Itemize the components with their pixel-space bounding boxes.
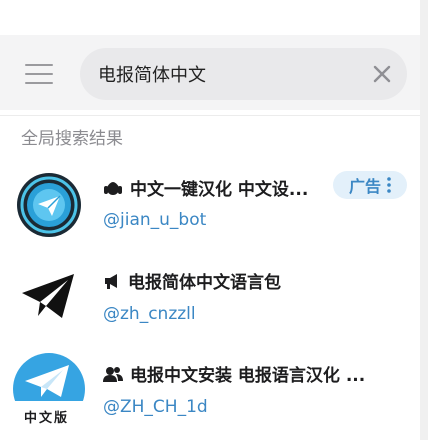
top-strip xyxy=(0,0,420,35)
search-input[interactable] xyxy=(98,48,358,100)
result-username: @jian_u_bot xyxy=(103,210,207,230)
avatar xyxy=(17,173,81,237)
search-result-row[interactable]: 电报简体中文语言包 @zh_cnzzll xyxy=(0,250,420,346)
close-icon xyxy=(373,65,391,83)
result-title: 中文一键汉化 中文设... xyxy=(102,175,308,200)
window-edge xyxy=(420,0,428,440)
menu-line xyxy=(25,73,53,76)
result-title-text: 中文一键汉化 中文设... xyxy=(130,180,309,200)
clear-search-button[interactable] xyxy=(371,63,393,85)
section-title: 全局搜索结果 xyxy=(21,129,123,149)
megaphone-icon xyxy=(105,273,117,289)
ad-label: 广告 xyxy=(348,177,381,196)
telegram-logo-avatar xyxy=(22,274,74,318)
menu-line xyxy=(25,64,53,67)
result-username: @zh_cnzzll xyxy=(103,304,196,324)
result-title: 电报中文安装 电报语言汉化 ... xyxy=(102,361,365,386)
result-title-text: 电报中文安装 电报语言汉化 ... xyxy=(130,366,366,386)
group-icon xyxy=(103,366,123,382)
menu-line xyxy=(25,82,53,85)
search-result-row[interactable]: 中文版 电报中文安装 电报语言汉化 ... @ZH_CH_1d xyxy=(0,345,420,441)
result-title: 电报简体中文语言包 xyxy=(102,268,281,293)
avatar-caption: 中文版 xyxy=(24,411,70,426)
more-vert-icon xyxy=(387,177,391,193)
hamburger-menu-button[interactable] xyxy=(25,64,53,86)
search-field[interactable] xyxy=(80,48,407,100)
result-title-text: 电报简体中文语言包 xyxy=(128,273,281,293)
divider xyxy=(0,115,420,116)
result-username: @ZH_CH_1d xyxy=(103,397,208,417)
ad-badge[interactable]: 广告 xyxy=(333,171,407,199)
bot-icon xyxy=(104,181,122,195)
